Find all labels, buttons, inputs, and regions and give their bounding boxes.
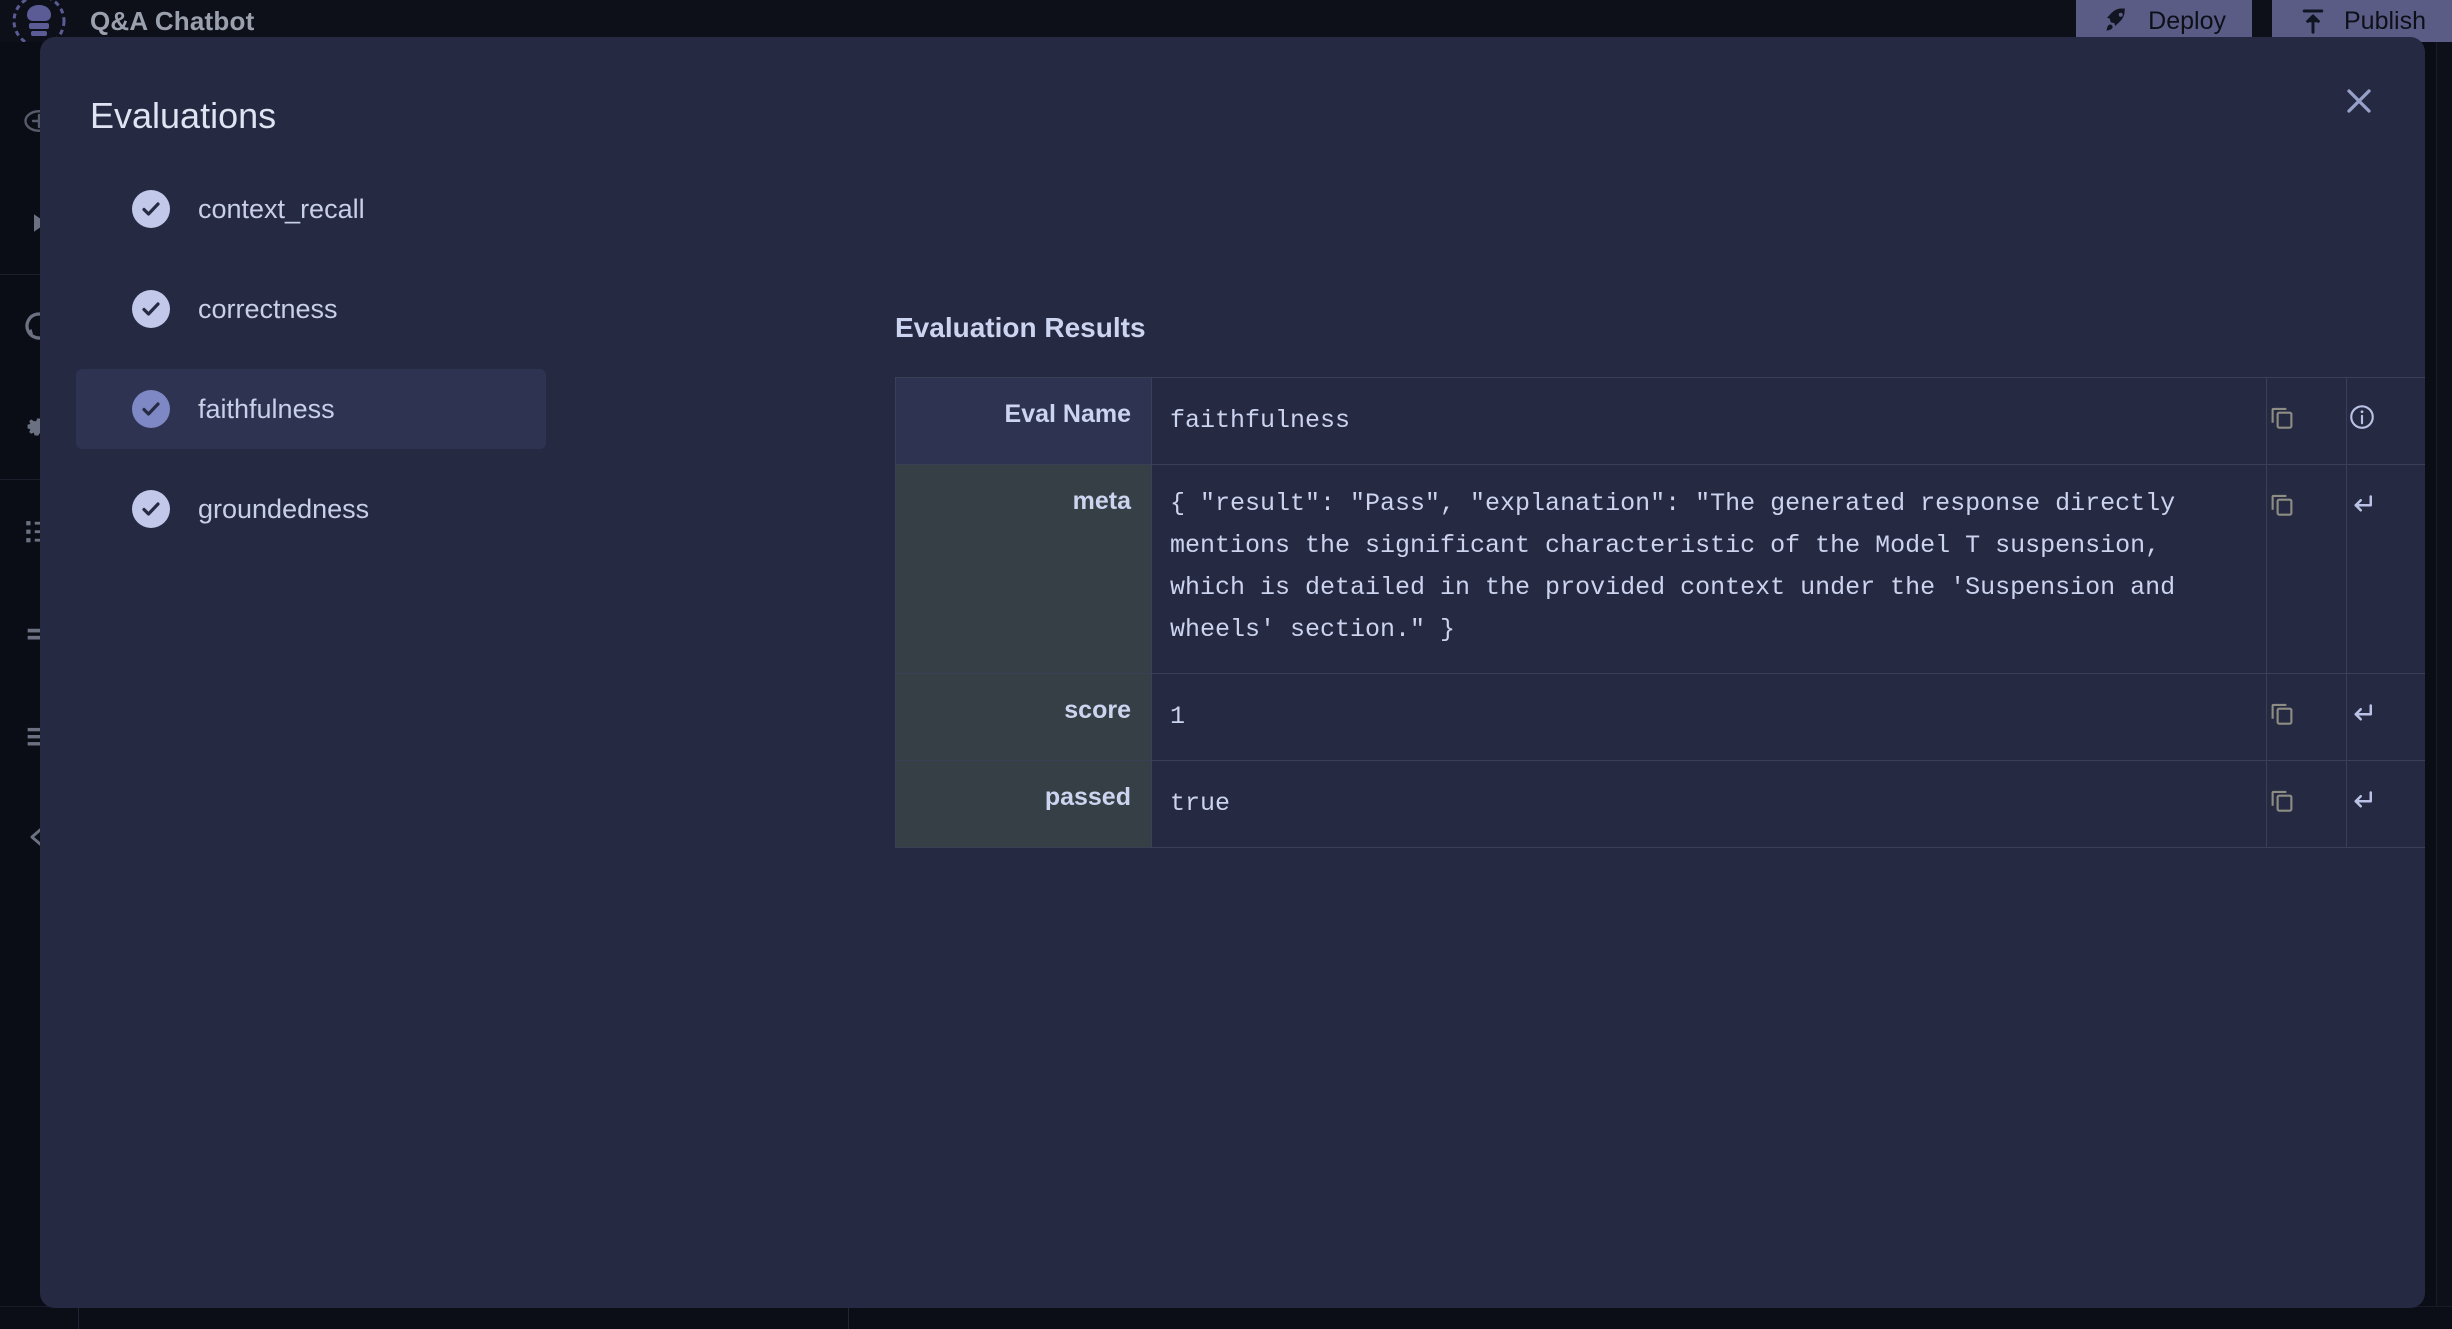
copy-icon[interactable] bbox=[2267, 378, 2347, 465]
table-row: meta { "result": "Pass", "explanation": … bbox=[896, 465, 2426, 674]
status-bar-divider bbox=[78, 1307, 79, 1329]
rocket-icon bbox=[2102, 6, 2132, 36]
return-arrow-icon[interactable] bbox=[2347, 674, 2426, 761]
modal-title: Evaluations bbox=[90, 95, 276, 137]
app-title: Q&A Chatbot bbox=[90, 6, 254, 37]
eval-list-item-label: context_recall bbox=[198, 194, 365, 225]
eval-list: context_recall correctness faithfulness bbox=[76, 169, 546, 549]
eval-list-item-faithfulness[interactable]: faithfulness bbox=[76, 369, 546, 449]
check-circle-icon bbox=[132, 290, 170, 328]
eval-list-item-groundedness[interactable]: groundedness bbox=[76, 469, 546, 549]
top-bar: Q&A Chatbot Deploy Publish bbox=[0, 0, 2452, 42]
row-key: Eval Name bbox=[896, 378, 1152, 465]
close-icon[interactable] bbox=[2335, 77, 2383, 125]
status-bar bbox=[0, 1306, 2452, 1328]
evaluations-modal: Evaluations context_recall correctness bbox=[40, 37, 2425, 1308]
eval-list-item-label: groundedness bbox=[198, 494, 369, 525]
check-circle-icon bbox=[132, 490, 170, 528]
deploy-button-label: Deploy bbox=[2148, 7, 2226, 36]
table-row: score 1 bbox=[896, 674, 2426, 761]
eval-list-item-label: correctness bbox=[198, 294, 338, 325]
evaluation-results-table: Eval Name faithfulness meta { "result": … bbox=[895, 377, 2425, 848]
row-key: meta bbox=[896, 465, 1152, 674]
eval-list-item-correctness[interactable]: correctness bbox=[76, 269, 546, 349]
row-key: score bbox=[896, 674, 1152, 761]
deploy-button[interactable]: Deploy bbox=[2076, 0, 2252, 42]
table-row: passed true bbox=[896, 761, 2426, 848]
row-value: { "result": "Pass", "explanation": "The … bbox=[1152, 465, 2267, 674]
chef-gear-logo-icon[interactable] bbox=[0, 0, 78, 42]
status-bar-divider bbox=[848, 1307, 849, 1329]
eval-list-item-context_recall[interactable]: context_recall bbox=[76, 169, 546, 249]
return-arrow-icon[interactable] bbox=[2347, 761, 2426, 848]
right-edge-panel bbox=[2436, 42, 2452, 1306]
row-value: faithfulness bbox=[1152, 378, 2267, 465]
info-circle-icon[interactable] bbox=[2347, 378, 2426, 465]
row-key: passed bbox=[896, 761, 1152, 848]
table-row: Eval Name faithfulness bbox=[896, 378, 2426, 465]
eval-list-item-label: faithfulness bbox=[198, 394, 335, 425]
copy-icon[interactable] bbox=[2267, 465, 2347, 674]
return-arrow-icon[interactable] bbox=[2347, 465, 2426, 674]
publish-button[interactable]: Publish bbox=[2272, 0, 2452, 42]
check-circle-icon bbox=[132, 190, 170, 228]
check-circle-icon bbox=[132, 390, 170, 428]
publish-button-label: Publish bbox=[2344, 7, 2426, 36]
row-value: true bbox=[1152, 761, 2267, 848]
copy-icon[interactable] bbox=[2267, 674, 2347, 761]
row-value: 1 bbox=[1152, 674, 2267, 761]
upload-icon bbox=[2298, 6, 2328, 36]
results-heading: Evaluation Results bbox=[895, 312, 1146, 344]
copy-icon[interactable] bbox=[2267, 761, 2347, 848]
